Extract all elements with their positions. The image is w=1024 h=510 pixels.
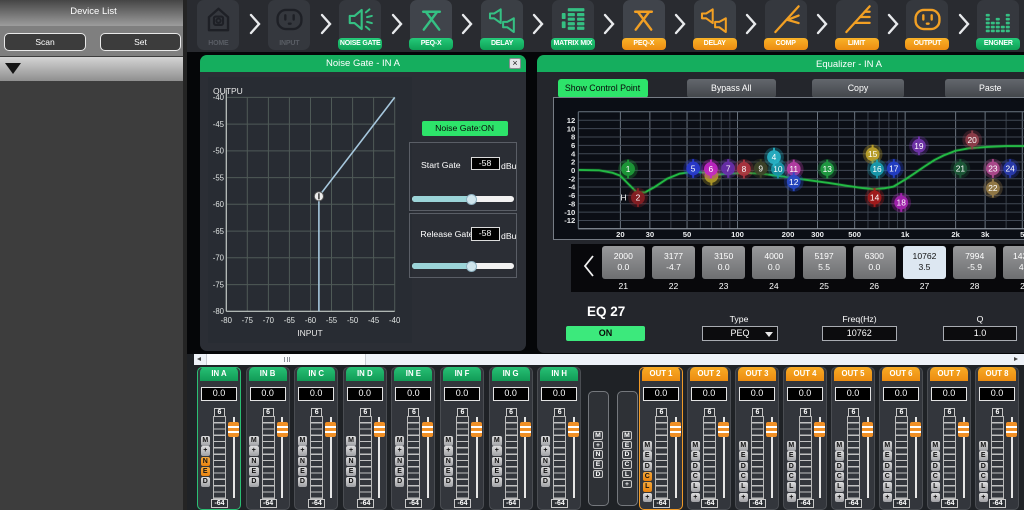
- svg-text:22: 22: [988, 183, 998, 193]
- svg-text:-40: -40: [389, 316, 401, 325]
- svg-text:-8: -8: [568, 199, 576, 208]
- svg-text:-2: -2: [568, 174, 575, 183]
- svg-text:-65: -65: [284, 316, 296, 325]
- svg-text:-65: -65: [213, 227, 225, 236]
- svg-text:20: 20: [616, 230, 625, 239]
- svg-text:13: 13: [823, 164, 833, 174]
- svg-text:8: 8: [742, 164, 747, 174]
- svg-text:4: 4: [571, 149, 576, 158]
- svg-text:30: 30: [646, 230, 655, 239]
- svg-text:16: 16: [872, 164, 882, 174]
- svg-text:14: 14: [870, 193, 880, 203]
- svg-text:300: 300: [811, 230, 824, 239]
- svg-text:7: 7: [726, 163, 731, 173]
- svg-text:2k: 2k: [951, 230, 960, 239]
- svg-text:-75: -75: [213, 280, 225, 289]
- svg-text:2: 2: [571, 158, 575, 167]
- svg-text:0: 0: [571, 166, 575, 175]
- svg-text:5: 5: [1020, 230, 1024, 239]
- svg-text:-75: -75: [242, 316, 254, 325]
- svg-text:6: 6: [709, 164, 714, 174]
- svg-text:-6: -6: [568, 191, 575, 200]
- svg-text:8: 8: [571, 133, 576, 142]
- svg-text:12: 12: [789, 177, 799, 187]
- svg-text:-50: -50: [347, 316, 359, 325]
- svg-text:19: 19: [914, 141, 924, 151]
- svg-text:21: 21: [956, 163, 966, 173]
- svg-text:10: 10: [567, 124, 576, 133]
- svg-text:100: 100: [731, 230, 744, 239]
- svg-text:-80: -80: [213, 307, 225, 316]
- svg-text:-10: -10: [564, 208, 575, 217]
- svg-text:2: 2: [636, 193, 641, 203]
- svg-text:-45: -45: [368, 316, 380, 325]
- svg-text:-12: -12: [564, 216, 575, 225]
- svg-text:-45: -45: [213, 120, 225, 129]
- svg-text:50: 50: [683, 230, 692, 239]
- svg-text:5: 5: [691, 163, 696, 173]
- svg-text:1k: 1k: [901, 230, 910, 239]
- svg-text:-55: -55: [326, 316, 338, 325]
- svg-text:-60: -60: [305, 316, 317, 325]
- svg-text:4: 4: [772, 152, 777, 162]
- svg-text:12: 12: [567, 116, 576, 125]
- svg-text:500: 500: [848, 230, 861, 239]
- svg-text:-50: -50: [213, 147, 225, 156]
- svg-text:6: 6: [571, 141, 575, 150]
- svg-text:-60: -60: [213, 200, 225, 209]
- svg-text:-80: -80: [221, 316, 233, 325]
- svg-text:24: 24: [1005, 163, 1015, 173]
- svg-text:15: 15: [868, 149, 878, 159]
- svg-text:-40: -40: [213, 93, 225, 102]
- svg-text:17: 17: [889, 163, 899, 173]
- svg-text:-70: -70: [213, 254, 225, 263]
- svg-text:INPUT: INPUT: [297, 328, 323, 338]
- svg-text:-70: -70: [263, 316, 275, 325]
- svg-text:18: 18: [897, 197, 907, 207]
- svg-text:-55: -55: [213, 173, 225, 182]
- svg-text:9: 9: [758, 163, 763, 173]
- svg-text:H: H: [621, 193, 627, 203]
- svg-text:20: 20: [968, 135, 978, 145]
- svg-text:3k: 3k: [981, 230, 990, 239]
- svg-text:200: 200: [782, 230, 795, 239]
- svg-text:1: 1: [626, 164, 631, 174]
- svg-text:-4: -4: [568, 183, 576, 192]
- svg-text:23: 23: [988, 163, 998, 173]
